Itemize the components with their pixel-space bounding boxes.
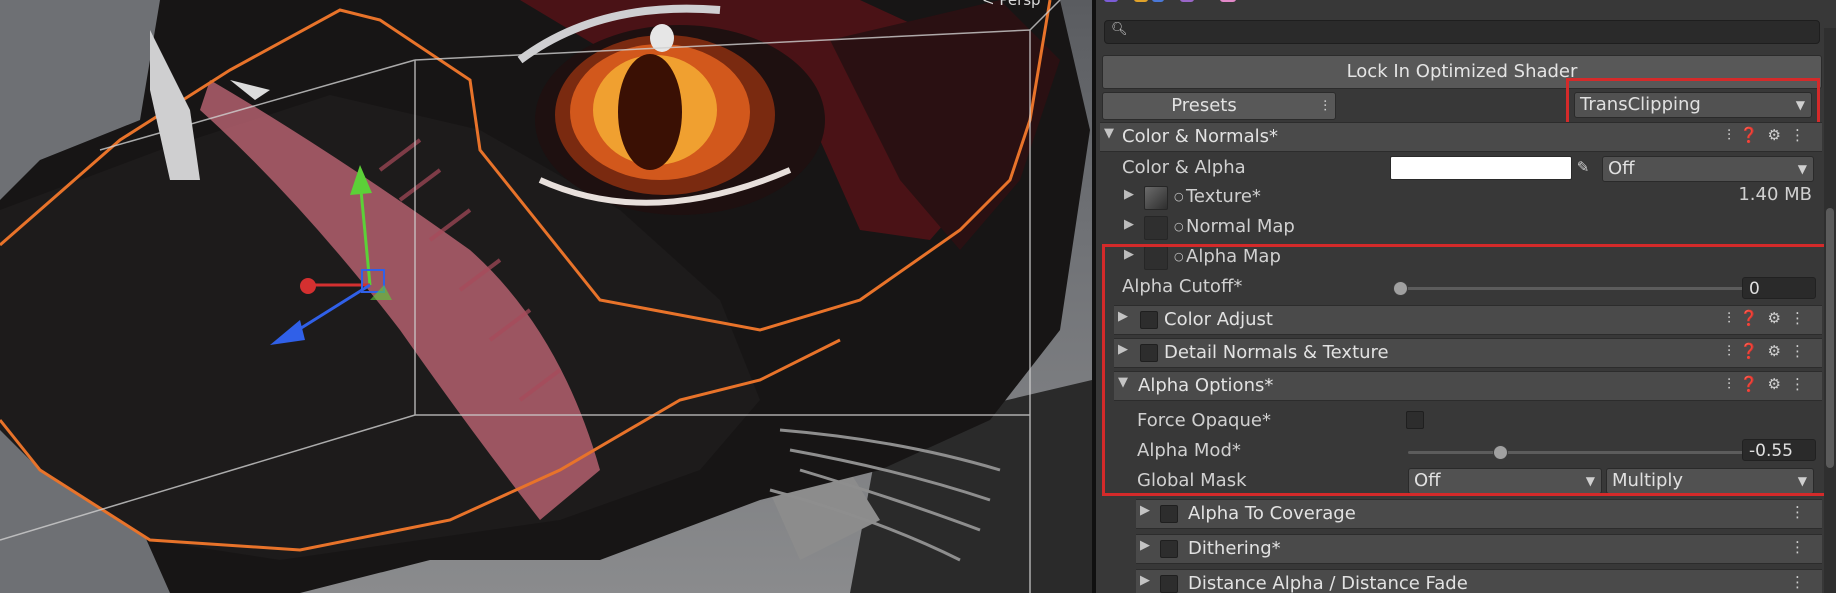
texture-label: Texture* [1186, 186, 1261, 207]
color-adjust-toggle[interactable] [1140, 311, 1158, 329]
normal-map-label: Normal Map [1186, 216, 1295, 237]
distance-alpha-toggle[interactable] [1160, 575, 1178, 593]
preset-mode-value: TransClipping [1580, 94, 1701, 115]
section-title: Distance Alpha / Distance Fade [1188, 573, 1468, 593]
property-ring-icon: ○ [1174, 220, 1184, 233]
inspector-scrollbar[interactable] [1824, 28, 1836, 593]
section-alpha-to-coverage[interactable]: ▶ Alpha To Coverage ⋮ [1136, 499, 1822, 529]
alpha-map-label: Alpha Map [1186, 246, 1281, 267]
search-icon: 🔍︎ [1111, 22, 1128, 37]
chevron-down-icon: ▼ [1797, 474, 1807, 488]
chevron-down-icon: ▼ [1797, 162, 1807, 176]
property-ring-icon: ○ [1174, 190, 1184, 203]
global-mask-dropdown[interactable]: Off ▼ [1408, 468, 1602, 494]
heart-icon[interactable] [1220, 0, 1236, 2]
alpha-mod-field[interactable]: -0.55 [1742, 439, 1816, 461]
gem-icon[interactable] [1180, 0, 1194, 2]
preset-mode-dropdown[interactable]: TransClipping ▼ [1574, 92, 1812, 118]
section-title: Detail Normals & Texture [1164, 342, 1389, 363]
section-title: Dithering* [1188, 538, 1281, 559]
section-header-icons[interactable]: ⫶❓⚙⋮ [1727, 342, 1814, 360]
alpha-cutoff-slider-handle[interactable] [1393, 281, 1408, 296]
section-header-icons[interactable]: ⫶❓⚙⋮ [1727, 309, 1814, 327]
global-mask-dropdown-value: Off [1414, 470, 1441, 491]
section-header-icons[interactable]: ⫶❓⚙⋮ [1727, 126, 1814, 144]
normal-map-thumbnail[interactable] [1144, 216, 1168, 240]
shader-icon[interactable] [1104, 0, 1118, 2]
section-color-adjust[interactable]: ▶ Color Adjust ⫶❓⚙⋮ [1114, 305, 1822, 335]
scrollbar-thumb[interactable] [1826, 208, 1834, 468]
section-dithering[interactable]: ▶ Dithering* ⋮ [1136, 534, 1822, 564]
color-alpha-dropdown-value: Off [1608, 158, 1635, 179]
drop-icon[interactable] [1152, 0, 1164, 2]
fold-collapsed-icon: ▶ [1140, 573, 1150, 588]
chevron-down-icon: ▼ [1795, 98, 1805, 112]
alpha-cutoff-label: Alpha Cutoff* [1122, 276, 1243, 297]
more-icon[interactable]: ⋮ [1790, 503, 1814, 521]
section-title: Color & Normals* [1122, 126, 1278, 147]
force-opaque-label: Force Opaque* [1137, 410, 1271, 431]
section-detail-normals[interactable]: ▶ Detail Normals & Texture ⫶❓⚙⋮ [1114, 338, 1822, 368]
alpha-mod-label: Alpha Mod* [1137, 440, 1241, 461]
alpha-map-thumbnail[interactable] [1144, 246, 1168, 270]
color-alpha-label: Color & Alpha [1122, 157, 1246, 178]
alpha-cutoff-field[interactable]: 0 [1742, 277, 1816, 299]
fold-collapsed-icon[interactable]: ▶ [1124, 217, 1134, 232]
eyedropper-icon[interactable]: ✎ [1572, 156, 1594, 178]
fold-collapsed-icon[interactable]: ▶ [1124, 247, 1134, 262]
fold-expanded-icon: ▼ [1118, 375, 1128, 390]
material-inspector: 🔍︎ Lock In Optimized Shader Presets ⫶ Tr… [1096, 0, 1836, 593]
dithering-toggle[interactable] [1160, 540, 1178, 558]
alpha-to-coverage-toggle[interactable] [1160, 505, 1178, 523]
section-title: Alpha Options* [1138, 375, 1274, 396]
section-alpha-options[interactable]: ▼ Alpha Options* ⫶❓⚙⋮ [1114, 371, 1822, 401]
global-mask-label: Global Mask [1137, 470, 1247, 491]
color-alpha-dropdown[interactable]: Off ▼ [1602, 156, 1814, 182]
lock-in-optimized-shader-button[interactable]: Lock In Optimized Shader [1102, 55, 1822, 89]
fold-collapsed-icon: ▶ [1140, 503, 1150, 518]
scene-render [0, 0, 1092, 593]
toolbar-icons[interactable] [1100, 0, 1240, 8]
section-header-icons[interactable]: ⫶❓⚙⋮ [1727, 375, 1814, 393]
alpha-mod-slider[interactable] [1408, 451, 1776, 454]
alpha-mod-slider-handle[interactable] [1493, 445, 1508, 460]
section-title: Color Adjust [1164, 309, 1273, 330]
paint-icon[interactable] [1134, 0, 1148, 2]
fold-expanded-icon: ▼ [1104, 126, 1114, 141]
global-mask-blend-value: Multiply [1612, 470, 1684, 491]
alpha-cutoff-slider[interactable] [1400, 287, 1776, 290]
presets-label: Presets [1171, 95, 1237, 116]
property-ring-icon: ○ [1174, 250, 1184, 263]
fold-collapsed-icon: ▶ [1118, 309, 1128, 324]
section-distance-alpha[interactable]: ▶ Distance Alpha / Distance Fade ⋮ [1136, 569, 1822, 593]
persp-label[interactable]: < Persp [982, 0, 1041, 9]
force-opaque-checkbox[interactable] [1406, 411, 1424, 429]
color-alpha-swatch[interactable] [1390, 156, 1572, 180]
global-mask-blend-dropdown[interactable]: Multiply ▼ [1606, 468, 1814, 494]
fold-collapsed-icon: ▶ [1140, 538, 1150, 553]
presets-button[interactable]: Presets ⫶ [1102, 92, 1336, 120]
search-input[interactable]: 🔍︎ [1104, 20, 1820, 44]
chevron-down-icon: ▼ [1585, 474, 1595, 488]
more-icon[interactable]: ⋮ [1790, 573, 1814, 591]
more-icon[interactable]: ⋮ [1790, 538, 1814, 556]
texture-thumbnail[interactable] [1144, 186, 1168, 210]
section-color-normals[interactable]: ▼ Color & Normals* ⫶❓⚙⋮ [1100, 122, 1822, 152]
texture-size: 1.40 MB [1738, 184, 1812, 205]
fold-collapsed-icon: ▶ [1118, 342, 1128, 357]
fold-collapsed-icon[interactable]: ▶ [1124, 187, 1134, 202]
scene-view[interactable]: < Persp [0, 0, 1092, 593]
sliders-icon: ⫶ [1323, 97, 1327, 115]
detail-normals-toggle[interactable] [1140, 344, 1158, 362]
section-title: Alpha To Coverage [1188, 503, 1356, 524]
